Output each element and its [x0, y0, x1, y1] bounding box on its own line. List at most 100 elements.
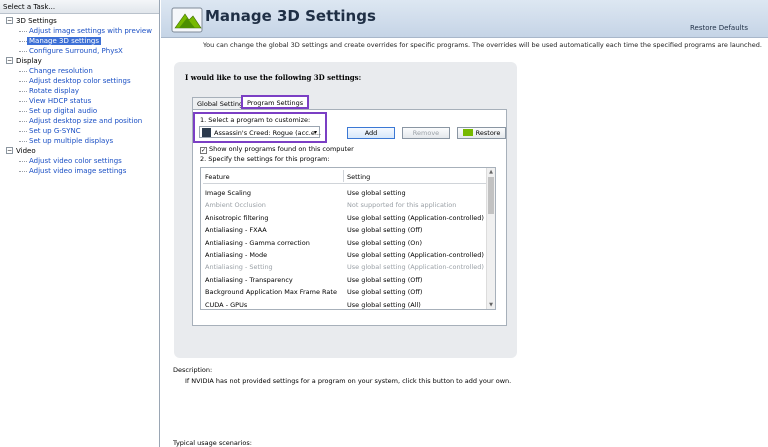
restore-button-label: Restore: [475, 129, 501, 137]
show-only-label: Show only programs found on this compute…: [209, 145, 354, 153]
tree-item-1-5[interactable]: Adjust desktop size and position: [0, 116, 159, 126]
tree-item-label: Adjust desktop color settings: [29, 77, 131, 85]
intro-text: You can change the global 3D settings an…: [203, 41, 762, 49]
table-row[interactable]: Background Application Max Frame Rate Use…: [201, 288, 489, 300]
feature-cell: Image Scaling: [205, 189, 251, 197]
program-icon: [202, 128, 211, 137]
tree-item-0-0[interactable]: Adjust image settings with preview: [0, 26, 159, 36]
checkbox-checked-icon: ✓: [200, 147, 207, 154]
tree-item-1-6[interactable]: Set up G-SYNC: [0, 126, 159, 136]
tree-item-label: Change resolution: [29, 67, 93, 75]
collapse-icon[interactable]: −: [6, 17, 13, 24]
table-row[interactable]: Anisotropic filtering Use global setting …: [201, 214, 489, 226]
program-select-value: Assassin's Creed: Rogue (acc.e...: [214, 129, 322, 137]
setting-cell: Not supported for this application: [347, 201, 457, 210]
header-divider: [203, 183, 488, 184]
tree-item-1-0[interactable]: Change resolution: [0, 66, 159, 76]
tree-item-label: Rotate display: [29, 87, 79, 95]
step1-label: 1. Select a program to customize:: [200, 116, 311, 124]
table-row[interactable]: Antialiasing - Setting Use global setting…: [201, 263, 489, 275]
task-pane: Select a Task... −3D Settings Adjust imag…: [0, 0, 160, 447]
scroll-up-icon[interactable]: ▲: [487, 169, 495, 175]
column-header-setting: Setting: [347, 173, 371, 181]
setting-cell: Use global setting (On): [347, 238, 423, 247]
feature-cell: Background Application Max Frame Rate: [205, 288, 337, 297]
tree-item-2-0[interactable]: Adjust video color settings: [0, 156, 159, 166]
3d-settings-icon: [171, 7, 203, 33]
tree-item-label: Set up digital audio: [29, 107, 98, 115]
show-only-checkbox[interactable]: ✓ Show only programs found on this comput…: [200, 145, 354, 154]
column-header-feature: Feature: [205, 173, 230, 181]
tree-item-label: Configure Surround, PhysX: [29, 47, 123, 55]
main-content: Manage 3D Settings Restore Defaults You …: [161, 0, 768, 447]
tree-item-label: View HDCP status: [29, 97, 92, 105]
description-label: Description:: [173, 366, 213, 374]
tree-item-label: Set up G-SYNC: [29, 127, 81, 135]
tree-item-1-1[interactable]: Adjust desktop color settings: [0, 76, 159, 86]
tab-program-settings[interactable]: Program Settings: [241, 95, 310, 109]
scroll-thumb[interactable]: [488, 177, 494, 214]
tree-category-label: 3D Settings: [16, 17, 57, 25]
setting-cell: Use global setting (Off): [347, 226, 423, 235]
chevron-down-icon: ▾: [313, 129, 317, 136]
collapse-icon[interactable]: −: [6, 57, 13, 64]
add-button[interactable]: Add: [347, 127, 395, 139]
setting-cell: Use global setting (Application-controll…: [347, 263, 484, 272]
tree-item-1-2[interactable]: Rotate display: [0, 86, 159, 96]
feature-cell: Antialiasing - Setting: [205, 263, 273, 272]
collapse-icon[interactable]: −: [6, 147, 13, 154]
tree-item-label: Adjust video color settings: [29, 157, 122, 165]
tree-item-0-1[interactable]: Manage 3D settings: [0, 36, 159, 46]
tree-item-1-7[interactable]: Set up multiple displays: [0, 136, 159, 146]
tree-item-label: Adjust desktop size and position: [29, 117, 143, 125]
program-settings-body: 1. Select a program to customize: Assass…: [192, 109, 507, 326]
scroll-down-icon[interactable]: ▼: [487, 302, 495, 308]
setting-cell: Use global setting: [347, 189, 406, 197]
restore-defaults-link[interactable]: Restore Defaults: [690, 24, 748, 32]
page-title: Manage 3D Settings: [205, 7, 376, 25]
panel-title: I would like to use the following 3D set…: [185, 73, 362, 82]
column-divider: [343, 170, 344, 182]
program-select[interactable]: Assassin's Creed: Rogue (acc.e... ▾: [199, 126, 322, 138]
feature-cell: Antialiasing - Gamma correction: [205, 238, 310, 247]
tree-item-1-4[interactable]: Set up digital audio: [0, 106, 159, 116]
usage-label: Typical usage scenarios:: [173, 439, 252, 447]
tree-item-label: Adjust video image settings: [29, 167, 127, 175]
tree-category-2[interactable]: − Video: [0, 146, 159, 156]
feature-settings-table: Feature Setting Image Scaling Use global …: [200, 167, 496, 310]
tree-item-label: Set up multiple displays: [29, 137, 114, 145]
feature-cell: Antialiasing - Mode: [205, 251, 268, 259]
settings-panel: I would like to use the following 3D set…: [174, 62, 517, 358]
tree-category-label: Video: [16, 147, 36, 155]
feature-cell: Ambient Occlusion: [205, 201, 266, 210]
setting-cell: Use global setting (All): [347, 300, 421, 309]
tree-category-label: Display: [16, 57, 42, 65]
tree-category-1[interactable]: − Display: [0, 56, 159, 66]
nvidia-icon: [462, 129, 473, 136]
table-row[interactable]: Ambient Occlusion Not supported for this …: [201, 201, 489, 213]
table-row[interactable]: Antialiasing - Mode Use global setting (A…: [201, 251, 489, 263]
remove-button[interactable]: Remove: [402, 127, 450, 139]
feature-cell: Antialiasing - FXAA: [205, 226, 267, 235]
feature-cell: CUDA - GPUs: [205, 300, 248, 309]
task-pane-title: Select a Task...: [0, 0, 159, 14]
setting-cell: Use global setting (Application-controll…: [347, 251, 484, 259]
table-scrollbar[interactable]: ▲ ▼: [486, 168, 495, 309]
table-row[interactable]: Antialiasing - Gamma correction Use globa…: [201, 239, 489, 251]
tree-item-1-3[interactable]: View HDCP status: [0, 96, 159, 106]
setting-cell: Use global setting (Off): [347, 288, 423, 297]
setting-cell: Use global setting (Off): [347, 275, 423, 284]
tree-item-2-1[interactable]: Adjust video image settings: [0, 166, 159, 176]
table-row[interactable]: CUDA - GPUs Use global setting (All): [201, 301, 489, 313]
table-row[interactable]: Antialiasing - FXAA Use global setting (O…: [201, 226, 489, 238]
step2-label: 2. Specify the settings for this program…: [200, 155, 330, 163]
table-row[interactable]: Image Scaling Use global setting: [201, 189, 489, 201]
feature-cell: Anisotropic filtering: [205, 213, 269, 222]
page-header: Manage 3D Settings Restore Defaults: [161, 0, 768, 38]
tree-item-label: Adjust image settings with preview: [29, 27, 152, 35]
tree-category-0[interactable]: −3D Settings: [0, 16, 159, 26]
tree-item-0-2[interactable]: Configure Surround, PhysX: [0, 46, 159, 56]
restore-button[interactable]: Restore: [457, 127, 506, 139]
table-row[interactable]: Antialiasing - Transparency Use global se…: [201, 276, 489, 288]
setting-cell: Use global setting (Application-controll…: [347, 213, 484, 222]
